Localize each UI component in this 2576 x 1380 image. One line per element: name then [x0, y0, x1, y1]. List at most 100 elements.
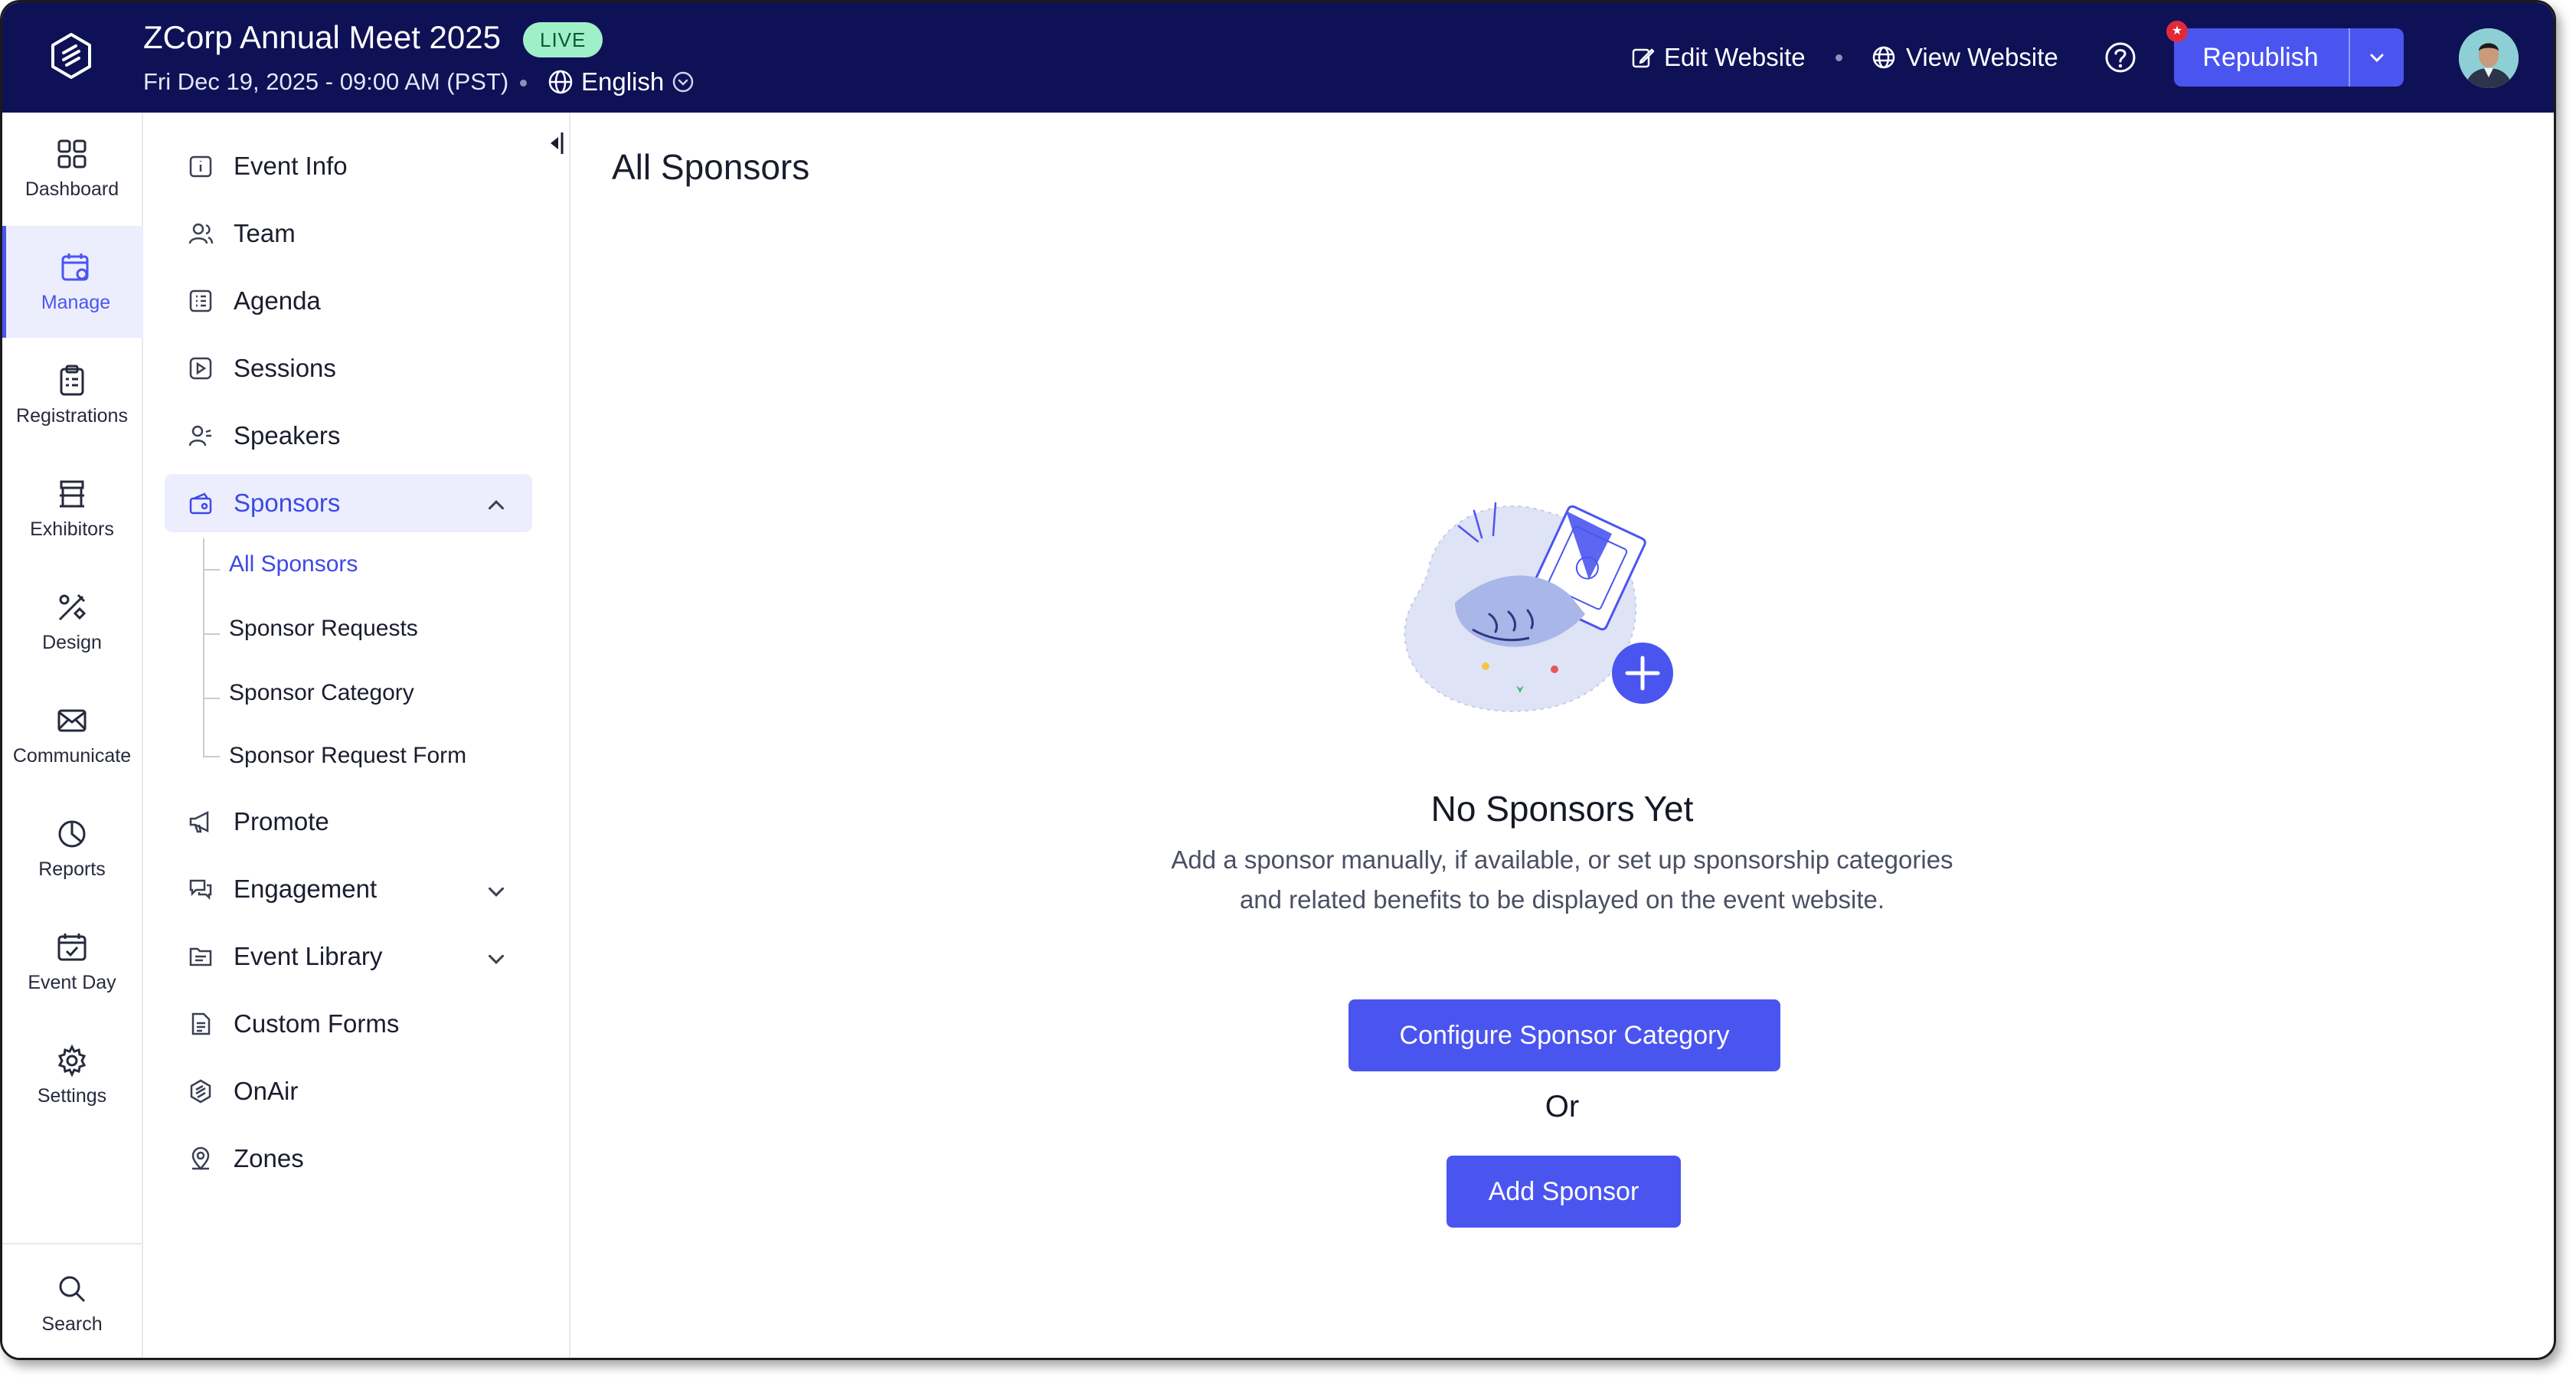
nav-item-engagement[interactable]: Engagement — [165, 860, 532, 918]
form-document-icon — [191, 1012, 211, 1035]
language-label: English — [581, 67, 665, 96]
booth-icon — [60, 480, 84, 507]
republish-options-button[interactable] — [2350, 28, 2404, 87]
subnav-all-sponsors[interactable]: All Sponsors — [229, 548, 358, 581]
megaphone-icon — [189, 810, 209, 833]
separator-dot — [520, 80, 527, 87]
language-selector[interactable]: English — [548, 65, 695, 99]
rail-item-search[interactable]: Search — [2, 1248, 142, 1358]
tree-branch — [203, 698, 220, 699]
subnav-sponsor-request-form[interactable]: Sponsor Request Form — [229, 739, 466, 773]
live-status-badge: LIVE — [523, 22, 603, 57]
nav-item-onair[interactable]: OnAir — [165, 1062, 532, 1120]
tree-branch — [203, 756, 220, 757]
rail-item-event-day[interactable]: Event Day — [2, 906, 142, 1018]
rail-item-settings[interactable]: Settings — [2, 1019, 142, 1131]
nav-label: OnAir — [234, 1077, 299, 1105]
nav-item-promote[interactable]: Promote — [165, 793, 532, 851]
calendar-check-icon — [57, 933, 87, 960]
handshake-sponsor-illustration — [1404, 502, 1673, 712]
separator-dot — [1836, 54, 1842, 61]
tree-branch — [203, 633, 220, 635]
edit-icon — [1632, 48, 1655, 68]
help-icon[interactable] — [2104, 41, 2137, 74]
rail-item-manage[interactable]: Manage — [2, 226, 145, 338]
view-website-link[interactable]: View Website — [1871, 39, 2058, 76]
nav-label: Event Info — [234, 152, 348, 180]
event-title: ZCorp Annual Meet 2025 — [143, 19, 501, 55]
rail-item-registrations[interactable]: Registrations — [2, 339, 142, 451]
edit-website-link[interactable]: Edit Website — [1630, 39, 1806, 76]
rail-item-communicate[interactable]: Communicate — [2, 679, 142, 791]
view-website-label: View Website — [1906, 43, 2058, 71]
speaker-icon — [188, 425, 211, 446]
info-square-icon — [189, 155, 212, 178]
nav-item-custom-forms[interactable]: Custom Forms — [165, 995, 532, 1053]
rail-label: Dashboard — [25, 178, 119, 200]
chat-bubbles-icon — [189, 879, 212, 901]
configure-sponsor-category-button[interactable]: Configure Sponsor Category — [1348, 999, 1780, 1071]
nav-item-sessions[interactable]: Sessions — [165, 339, 532, 397]
nav-label: Zones — [234, 1144, 304, 1172]
rail-label: Reports — [38, 858, 106, 880]
subnav-sponsor-category[interactable]: Sponsor Category — [229, 676, 414, 710]
nav-label: Speakers — [234, 421, 341, 450]
rail-item-exhibitors[interactable]: Exhibitors — [2, 453, 142, 564]
main-content: All Sponsors No Sponsors Yet Add a spons… — [570, 113, 2554, 1358]
republish-button[interactable]: Republish — [2174, 28, 2347, 87]
rail-label: Registrations — [16, 404, 128, 427]
nav-item-event-info[interactable]: Event Info — [165, 137, 532, 195]
empty-state-title: No Sponsors Yet — [1430, 789, 1694, 829]
chevron-down-icon — [488, 954, 505, 965]
rail-label: Settings — [37, 1084, 107, 1107]
empty-desc-line: and related benefits to be displayed on … — [1239, 885, 1885, 914]
user-photo-icon — [2459, 28, 2519, 88]
gear-icon — [57, 1044, 87, 1077]
rail-item-reports[interactable]: Reports — [2, 793, 142, 904]
rail-label: Event Day — [28, 971, 116, 993]
app-logo-icon[interactable] — [45, 30, 97, 82]
notification-badge: ★ — [2166, 21, 2188, 42]
subnav-sponsor-requests[interactable]: Sponsor Requests — [229, 612, 418, 646]
folder-icon — [189, 947, 212, 966]
nav-label: Sponsors — [234, 489, 341, 517]
pie-chart-icon — [58, 820, 86, 847]
rail-label: Manage — [41, 291, 111, 313]
nav-label: Agenda — [234, 286, 321, 315]
event-datetime: Fri Dec 19, 2025 - 09:00 AM (PST) — [143, 68, 509, 95]
nav-item-agenda[interactable]: Agenda — [165, 272, 532, 330]
nav-item-sponsors[interactable]: Sponsors — [165, 474, 532, 532]
chevron-down-icon — [2370, 54, 2384, 63]
edit-website-label: Edit Website — [1664, 43, 1806, 71]
nav-label: Promote — [234, 807, 329, 836]
mail-icon — [57, 709, 87, 731]
globe-icon — [548, 70, 573, 94]
add-sponsor-button[interactable]: Add Sponsor — [1447, 1156, 1681, 1228]
user-avatar[interactable] — [2459, 28, 2519, 88]
nav-item-zones[interactable]: Zones — [165, 1130, 532, 1188]
rail-item-design[interactable]: Design — [2, 566, 142, 678]
nav-label: Team — [234, 219, 296, 247]
team-icon — [188, 223, 214, 244]
rail-label: Search — [41, 1313, 103, 1335]
nav-item-event-library[interactable]: Event Library — [165, 927, 532, 986]
nav-label: Sessions — [234, 354, 336, 382]
rail-label: Exhibitors — [30, 518, 114, 540]
nav-item-speakers[interactable]: Speakers — [165, 407, 532, 465]
tree-connector — [203, 538, 204, 757]
nav-label: Custom Forms — [234, 1009, 400, 1038]
tree-branch — [203, 569, 220, 571]
chevron-down-circle-icon — [672, 71, 694, 93]
or-separator: Or — [1545, 1090, 1580, 1123]
empty-desc-line: Add a sponsor manually, if available, or… — [1171, 845, 1953, 874]
rail-label: Design — [42, 631, 102, 653]
calendar-gear-icon — [61, 253, 89, 280]
onair-icon — [190, 1079, 211, 1104]
search-icon — [59, 1276, 86, 1302]
nav-item-team[interactable]: Team — [165, 204, 532, 263]
grid-icon — [57, 139, 87, 168]
primary-nav-rail: Dashboard Manage Registrations Exhibitor… — [2, 113, 145, 1358]
collapse-panel-icon[interactable] — [543, 128, 566, 159]
rail-item-dashboard[interactable]: Dashboard — [2, 113, 142, 224]
top-header: ZCorp Annual Meet 2025 LIVE Fri Dec 19, … — [2, 2, 2554, 113]
